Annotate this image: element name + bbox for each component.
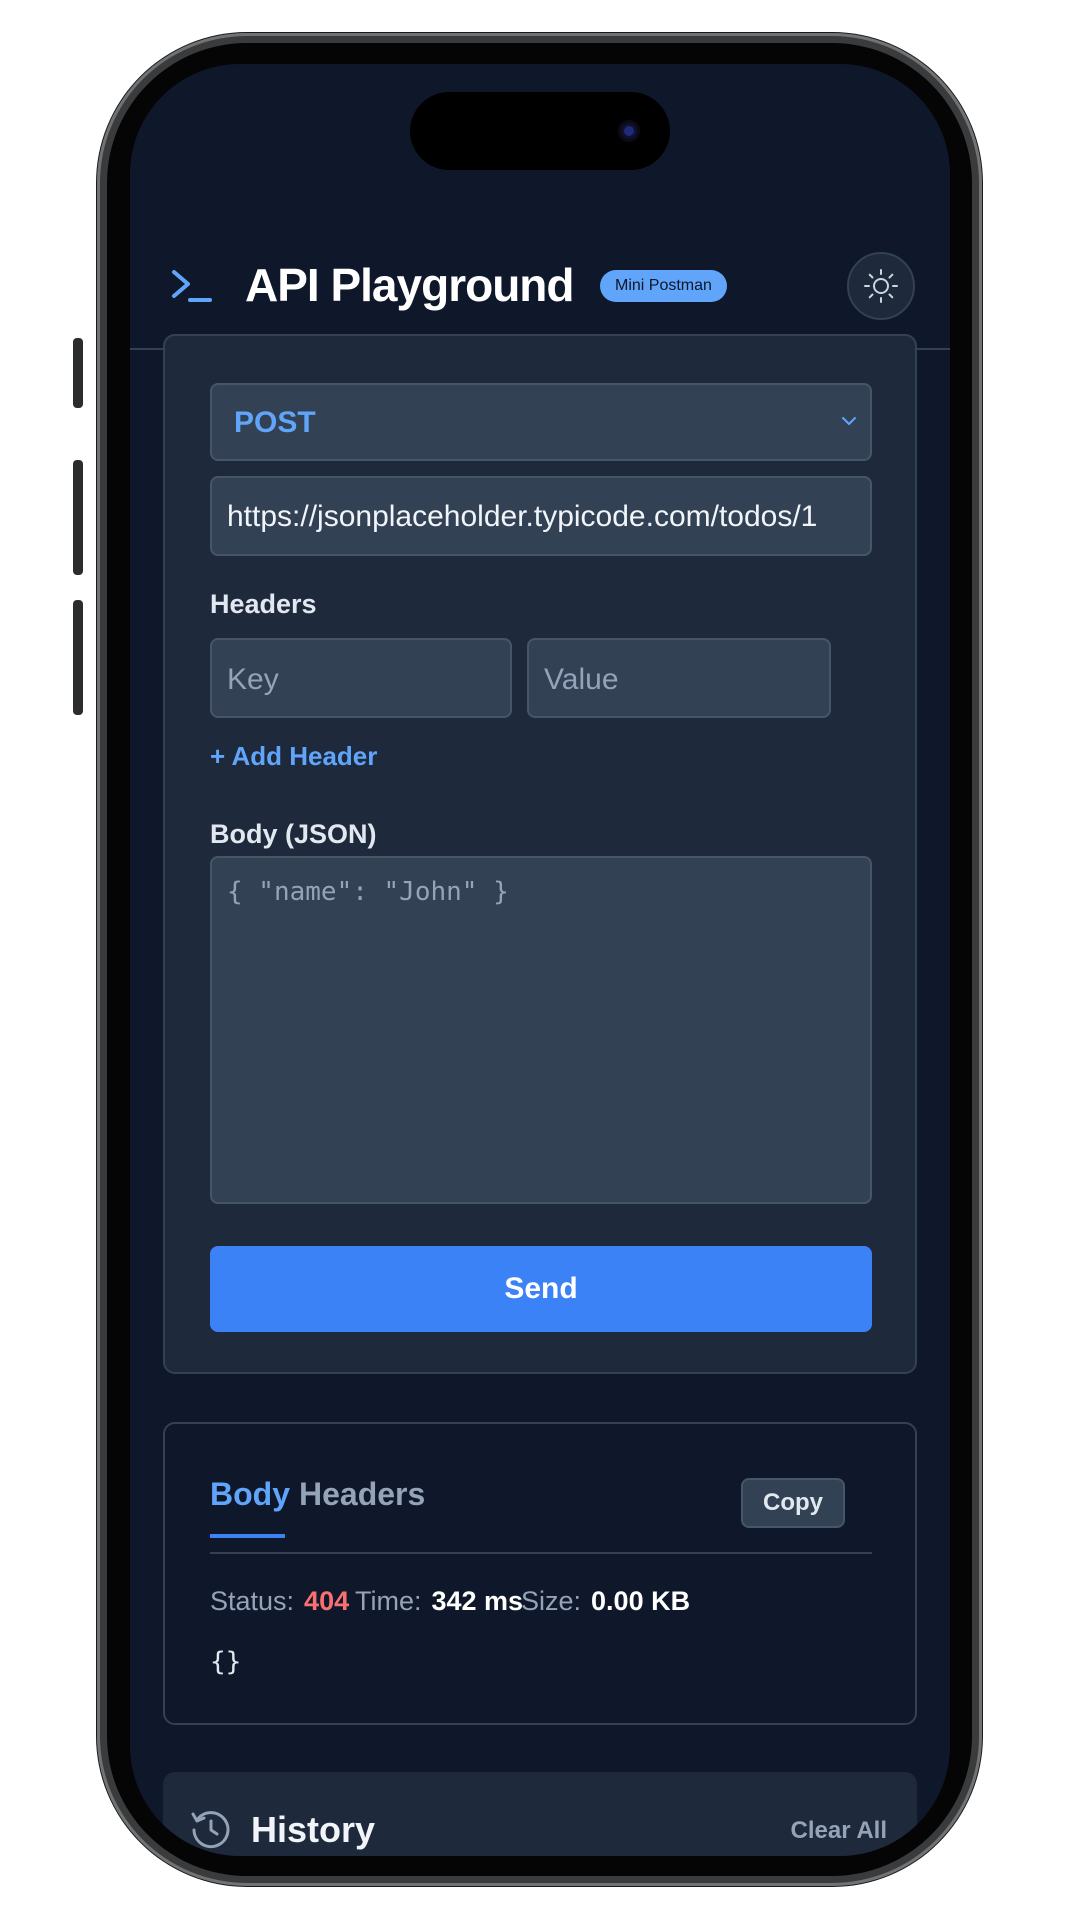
tab-headers[interactable]: Headers <box>299 1474 425 1514</box>
action-button <box>73 338 83 408</box>
time-label: Time: <box>355 1586 422 1616</box>
url-input[interactable]: https://jsonplaceholder.typicode.com/tod… <box>210 476 872 556</box>
size-label: Size: <box>521 1586 582 1616</box>
history-title: History <box>251 1809 376 1850</box>
status-label: Status: <box>210 1586 295 1616</box>
body-json-textarea[interactable]: { "name": "John" } <box>210 856 872 1204</box>
history-card: History Clear All <box>163 1772 917 1856</box>
header-key-placeholder: Key <box>227 663 279 696</box>
request-card: POST https://jsonplaceholder.typicode.co… <box>163 334 917 1374</box>
active-tab-indicator <box>210 1534 285 1538</box>
headers-label: Headers <box>210 589 317 619</box>
header-value-placeholder: Value <box>544 663 619 696</box>
tab-divider <box>210 1552 872 1554</box>
time-meta: Time: 342 ms <box>355 1584 523 1618</box>
chevron-down-icon <box>842 417 856 425</box>
status-meta: Status: 404 <box>210 1584 349 1618</box>
method-select[interactable]: POST <box>210 383 872 461</box>
terminal-prompt-icon <box>172 270 212 302</box>
response-body: {} <box>210 1647 242 1677</box>
copy-button[interactable]: Copy <box>741 1478 845 1528</box>
clear-all-button[interactable]: Clear All <box>791 1816 887 1846</box>
header-value-input[interactable]: Value <box>527 638 831 718</box>
body-json-label: Body (JSON) <box>210 819 377 849</box>
app-title: API Playground <box>245 259 574 311</box>
send-button[interactable]: Send <box>210 1246 872 1332</box>
volume-down-button <box>73 600 83 715</box>
time-value: 342 ms <box>431 1586 524 1616</box>
dynamic-island <box>410 92 670 170</box>
body-placeholder: { "name": "John" } <box>227 877 509 907</box>
camera-icon <box>618 120 640 142</box>
url-value: https://jsonplaceholder.typicode.com/tod… <box>227 500 818 533</box>
header-key-input[interactable]: Key <box>210 638 512 718</box>
sun-icon <box>864 269 898 303</box>
app-header: API Playground Mini Postman <box>130 184 950 350</box>
volume-up-button <box>73 460 83 575</box>
size-meta: Size: 0.00 KB <box>521 1584 690 1618</box>
mini-postman-badge: Mini Postman <box>600 270 727 302</box>
status-value: 404 <box>304 1586 350 1616</box>
response-card: Body Headers Copy Status: 404 Time: 342 ms… <box>163 1422 917 1725</box>
tab-body[interactable]: Body <box>210 1474 290 1514</box>
size-value: 0.00 KB <box>591 1586 691 1616</box>
method-value: POST <box>234 406 316 439</box>
history-clock-icon <box>191 1811 230 1849</box>
add-header-button[interactable]: + Add Header <box>210 740 377 772</box>
theme-toggle-button[interactable] <box>847 252 915 320</box>
app-screen: API Playground Mini Postman POST https:/… <box>130 64 950 1856</box>
